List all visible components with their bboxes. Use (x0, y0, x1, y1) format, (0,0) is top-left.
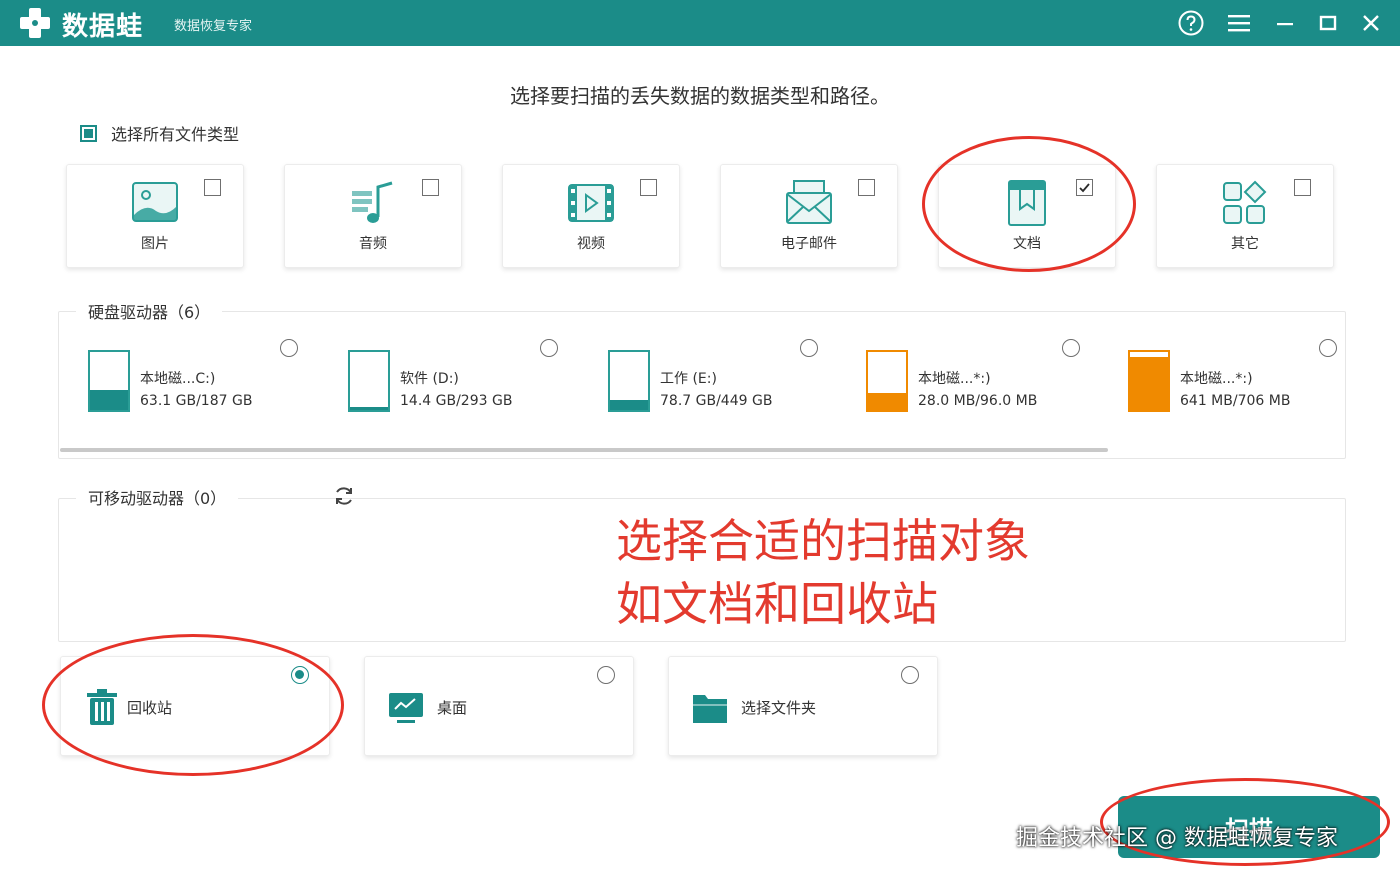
type-label-email: 电子邮件 (781, 236, 837, 252)
type-card-video[interactable]: 视频 (502, 164, 680, 268)
type-label-video: 视频 (577, 236, 605, 252)
drive-name: 软件 (D:) (400, 371, 459, 387)
type-card-audio[interactable]: 音频 (284, 164, 462, 268)
drive-radio-e[interactable] (800, 339, 818, 357)
drive-icon (866, 350, 908, 412)
drive-name: 本地磁...C:) (140, 371, 216, 387)
scan-button[interactable]: 扫描 (1118, 796, 1380, 858)
type-checkbox-audio[interactable] (422, 179, 439, 196)
drive-radio-4[interactable] (1062, 339, 1080, 357)
type-label-image: 图片 (141, 236, 169, 252)
folder-icon (693, 695, 727, 723)
location-label: 回收站 (127, 699, 173, 717)
location-radio-folder[interactable] (901, 666, 919, 684)
location-card-recycle-bin[interactable]: 回收站 (60, 656, 330, 756)
drive-icon (88, 350, 130, 412)
drive-local-5[interactable]: 本地磁...*:) 641 MB/706 MB (1128, 348, 1368, 414)
select-all-checkbox[interactable]: 选择所有文件类型 (80, 122, 239, 144)
menu-button[interactable] (1224, 8, 1254, 38)
menu-icon (1228, 15, 1250, 32)
type-label-audio: 音频 (359, 236, 387, 252)
type-checkbox-other[interactable] (1294, 179, 1311, 196)
type-card-document[interactable]: 文档 (938, 164, 1116, 268)
drive-size: 28.0 MB/96.0 MB (918, 393, 1038, 409)
type-card-image[interactable]: 图片 (66, 164, 244, 268)
location-label: 桌面 (437, 699, 468, 717)
type-checkbox-document[interactable] (1076, 179, 1093, 196)
drive-icon (348, 350, 390, 412)
help-button[interactable] (1176, 8, 1206, 38)
app-logo-icon (20, 8, 50, 38)
video-icon (568, 184, 614, 222)
type-checkbox-video[interactable] (640, 179, 657, 196)
refresh-icon[interactable] (332, 484, 356, 508)
drive-name: 本地磁...*:) (918, 371, 991, 387)
drive-name: 工作 (E:) (660, 371, 717, 387)
type-card-other[interactable]: 其它 (1156, 164, 1334, 268)
select-all-label: 选择所有文件类型 (111, 125, 240, 144)
type-label-other: 其它 (1231, 236, 1259, 252)
close-button[interactable] (1356, 8, 1386, 38)
document-icon (1008, 180, 1046, 226)
drive-radio-d[interactable] (540, 339, 558, 357)
desktop-icon (389, 693, 423, 723)
minimize-icon (1277, 23, 1293, 26)
drive-size: 641 MB/706 MB (1180, 393, 1291, 409)
maximize-button[interactable] (1313, 8, 1343, 38)
type-checkbox-image[interactable] (204, 179, 221, 196)
location-radio-desktop[interactable] (597, 666, 615, 684)
drive-d[interactable]: 软件 (D:) 14.4 GB/293 GB (348, 348, 588, 414)
drive-radio-c[interactable] (280, 339, 298, 357)
drive-name: 本地磁...*:) (1180, 371, 1253, 387)
drive-local-4[interactable]: 本地磁...*:) 28.0 MB/96.0 MB (866, 348, 1106, 414)
checkmark-icon (1079, 183, 1090, 193)
drive-icon (1128, 350, 1170, 412)
type-label-document: 文档 (1013, 236, 1041, 252)
type-card-email[interactable]: 电子邮件 (720, 164, 898, 268)
image-icon (132, 182, 178, 222)
close-icon (1363, 15, 1379, 31)
minimize-button[interactable] (1270, 8, 1300, 38)
page-title: 选择要扫描的丢失数据的数据类型和路径。 (510, 84, 890, 108)
recycle-bin-icon (87, 689, 117, 725)
location-radio-recycle-bin[interactable] (291, 666, 309, 684)
partial-check-icon (80, 124, 97, 142)
audio-icon (352, 181, 393, 223)
maximize-icon (1319, 15, 1337, 31)
location-card-folder[interactable]: 选择文件夹 (668, 656, 938, 756)
horizontal-scrollbar[interactable] (60, 448, 1108, 452)
drive-size: 14.4 GB/293 GB (400, 393, 513, 409)
scan-button-label: 扫描 (1225, 815, 1273, 844)
drive-size: 63.1 GB/187 GB (140, 393, 253, 409)
help-icon (1178, 10, 1204, 36)
annotation-line-1: 选择合适的扫描对象 (616, 514, 1030, 568)
drive-radio-5[interactable] (1319, 339, 1337, 357)
hard-drive-title: 硬盘驱动器（6） (76, 299, 223, 323)
app-name: 数据蛙 (62, 12, 144, 42)
app-subtitle: 数据恢复专家 (174, 19, 253, 34)
location-card-desktop[interactable]: 桌面 (364, 656, 634, 756)
drive-size: 78.7 GB/449 GB (660, 393, 773, 409)
drive-icon (608, 350, 650, 412)
removable-drive-title: 可移动驱动器（0） (76, 485, 239, 509)
annotation-line-2: 如文档和回收站 (616, 577, 938, 631)
title-bar: 数据蛙 数据恢复专家 (0, 0, 1400, 46)
drive-c[interactable]: 本地磁...C:) 63.1 GB/187 GB (88, 348, 328, 414)
type-checkbox-email[interactable] (858, 179, 875, 196)
email-icon (786, 180, 832, 224)
location-label: 选择文件夹 (741, 699, 817, 717)
other-icon (1223, 180, 1267, 224)
drive-e[interactable]: 工作 (E:) 78.7 GB/449 GB (608, 348, 848, 414)
